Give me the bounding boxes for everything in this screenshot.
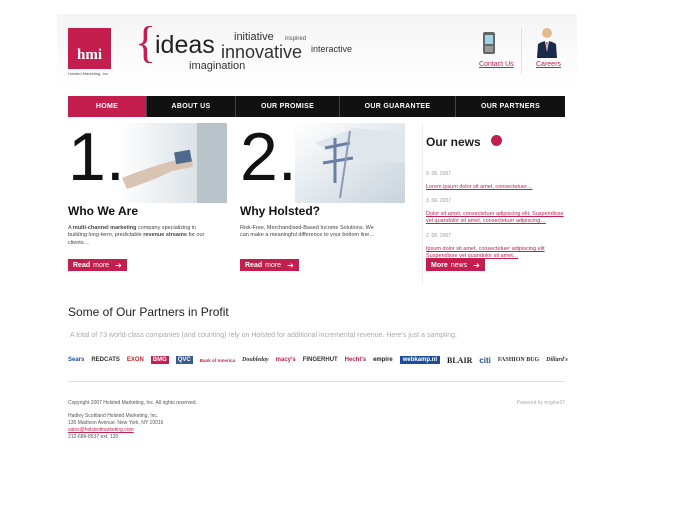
read-more-button-why-holsted[interactable]: Read more ➔	[240, 259, 299, 271]
partner-logo: empire	[373, 357, 393, 363]
careers-link[interactable]: Careers	[536, 61, 561, 68]
partner-logo: FASHION BUG	[497, 357, 540, 363]
nav-item-our-guarantee[interactable]: OUR GUARANTEE	[340, 96, 456, 117]
main-nav: HOME ABOUT US OUR PROMISE OUR GUARANTEE …	[68, 96, 565, 117]
partners-subtitle: A total of 73 world-class companies (and…	[70, 332, 457, 339]
footer-address-line: Hadley Scottland Holsted Marketing, Inc.	[68, 413, 159, 419]
feature-text-who-we-are: A multi-channel marketing company specia…	[68, 225, 205, 246]
news-date: 3. 06. 2007	[426, 198, 452, 204]
feature-number-1: 1.	[68, 119, 125, 195]
tagline-interactive: interactive	[311, 44, 353, 54]
features-section: 1. Who We Are A multi-channel marketing …	[57, 123, 577, 285]
brace-ornament: {	[135, 18, 157, 67]
arrow-right-icon: ➔	[473, 260, 480, 270]
partner-logo: EXON	[126, 357, 144, 363]
footer-copyright: Copyright 2007 Holsted Marketing, Inc. A…	[68, 400, 197, 406]
partner-logo: macy's	[275, 357, 296, 363]
news-date: 2. 06. 2007	[426, 233, 452, 239]
partner-logos: Sears REDCATS EXON BMG QVC Bank of Ameri…	[68, 351, 568, 369]
hand-card-image	[117, 123, 227, 203]
footer-divider	[68, 381, 565, 382]
read-more-button-who-we-are[interactable]: Read more ➔	[68, 259, 127, 271]
partner-logo: Doubleday	[242, 357, 269, 363]
feature-text-why-holsted: Risk-Free, Merchandised-Based Income Sol…	[240, 225, 375, 239]
tagline-innovative: innovative	[221, 42, 303, 62]
feature-title-who-we-are: Who We Are	[68, 204, 139, 218]
brand-logo-subtitle: Holsted Marketing, Inc.	[68, 71, 109, 76]
footer-address-line: 135 Madison Avenue. New York, NY 10016	[68, 420, 164, 426]
partners-title: Some of Our Partners in Profit	[68, 305, 229, 319]
footer-email-link[interactable]: sales@holstedmarketing.com	[68, 427, 134, 433]
tagline-imagination: imagination	[189, 60, 246, 72]
phone-icon[interactable]	[481, 31, 497, 55]
news-title: Our news	[426, 135, 481, 149]
partner-logo: webkamp.nl	[399, 356, 441, 364]
nav-item-home[interactable]: HOME	[68, 96, 147, 117]
partner-logo: Dillard's	[546, 357, 568, 363]
footer-phone: 212-686-8537 ext. 120	[68, 434, 119, 440]
news-date: 9. 06. 2007	[426, 171, 452, 177]
partner-logo: Hecht's	[344, 357, 367, 363]
partner-logo: citi	[479, 355, 491, 365]
more-news-button[interactable]: More news ➔	[426, 259, 485, 271]
footer-powered-by[interactable]: Powered by engine37	[517, 400, 565, 406]
page: hmi Holsted Marketing, Inc. { ideas init…	[57, 14, 577, 454]
architecture-image	[295, 123, 405, 203]
partner-logo: FINGERHUT	[302, 357, 338, 363]
partner-logo: BMG	[150, 356, 169, 364]
footer-address: Hadley Scottland Holsted Marketing, Inc.…	[68, 413, 163, 441]
news-panel: Our news 9. 06. 2007 Lorem ipsum dolor s…	[422, 123, 572, 285]
partner-logo: Sears	[68, 357, 85, 363]
nav-item-our-promise[interactable]: OUR PROMISE	[236, 96, 340, 117]
partner-logo: QVC	[175, 356, 193, 364]
arrow-right-icon: ➔	[115, 260, 122, 270]
feature-title-why-holsted: Why Holsted?	[240, 204, 320, 218]
arrow-right-icon: ➔	[287, 260, 294, 270]
news-link[interactable]: Lorem ipsum dolor sit amet, consectetuer…	[426, 184, 571, 191]
partner-logo: BLAIR	[447, 355, 473, 365]
contact-us-link[interactable]: Contact Us	[479, 61, 514, 68]
brand-logo[interactable]: hmi	[68, 28, 111, 69]
nav-item-our-partners[interactable]: OUR PARTNERS	[456, 96, 565, 117]
clock-icon	[491, 135, 502, 146]
partner-logo: REDCATS	[91, 357, 120, 363]
header-divider	[521, 28, 522, 74]
partner-logo: Bank of America	[199, 357, 236, 363]
businessman-icon[interactable]	[535, 26, 559, 58]
feature-who-we-are: 1. Who We Are A multi-channel marketing …	[57, 123, 227, 285]
tagline-ideas: ideas	[155, 31, 215, 59]
feature-number-2: 2.	[240, 119, 297, 195]
nav-item-about-us[interactable]: ABOUT US	[147, 96, 236, 117]
news-link[interactable]: Dolor sit amet, consectetuer adipiscing …	[426, 211, 571, 225]
feature-why-holsted: 2. Why Holsted? Risk-Free, Merchandised-…	[229, 123, 405, 285]
header: hmi Holsted Marketing, Inc. { ideas init…	[57, 14, 577, 86]
